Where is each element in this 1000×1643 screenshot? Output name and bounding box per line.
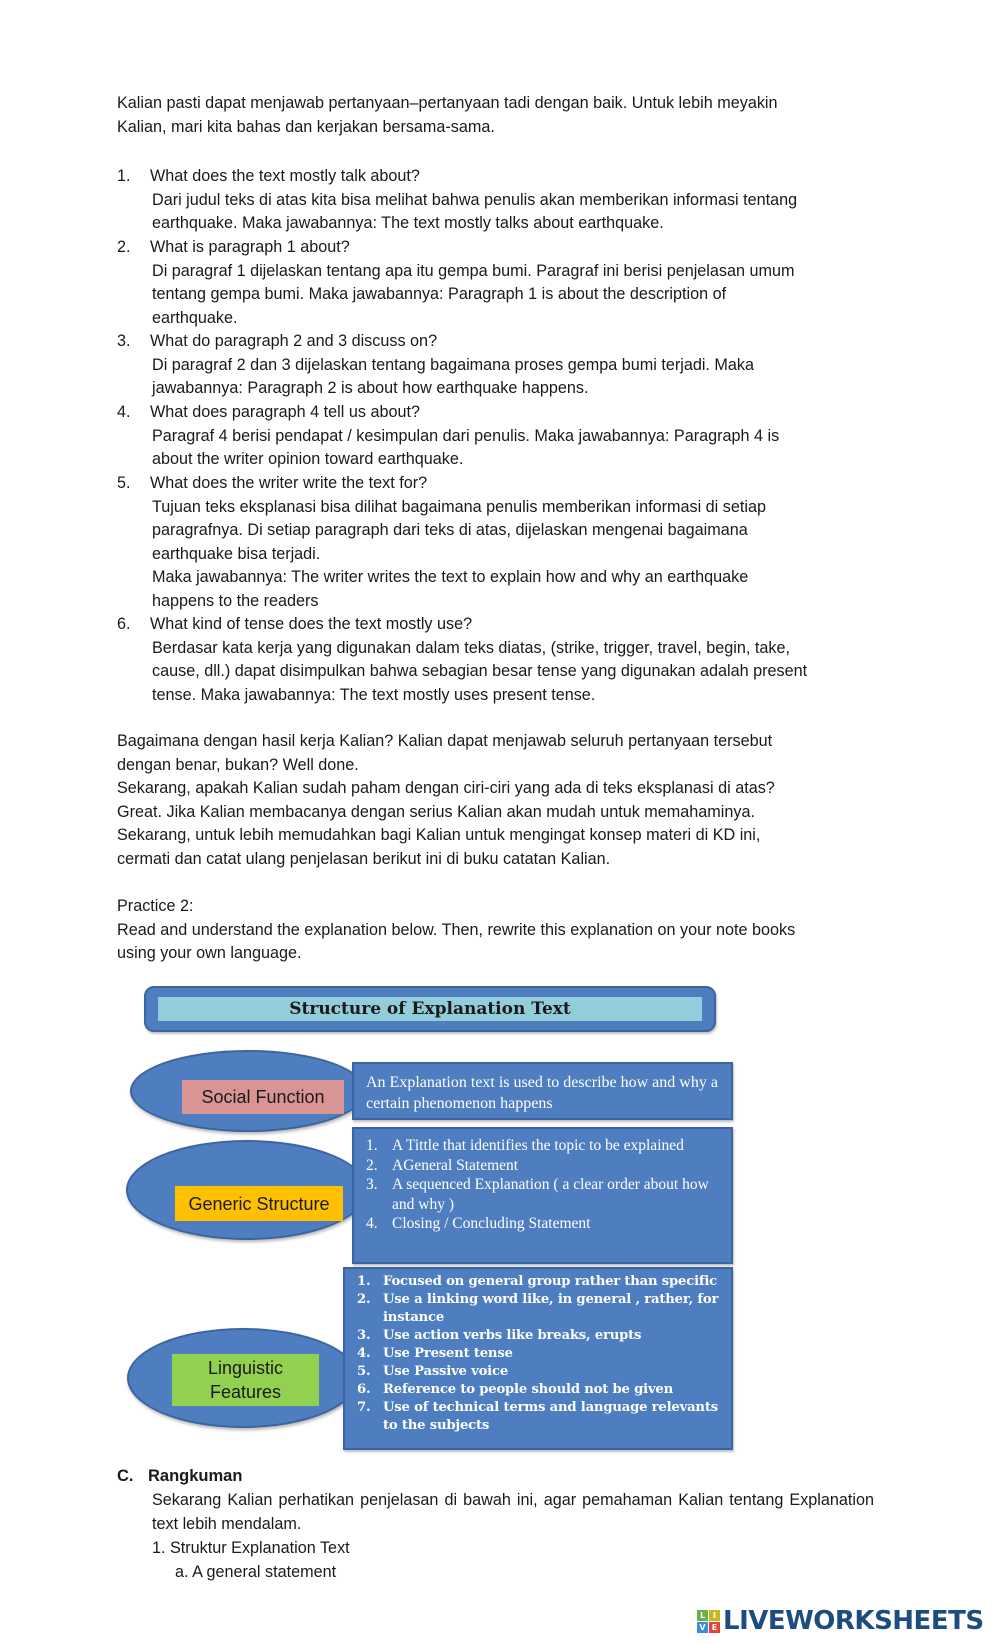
answer-line: tense. Maka jawabannya: The text mostly … <box>152 685 596 704</box>
question-number: 2. <box>117 238 131 256</box>
question-item: 1. What does the text mostly talk about?… <box>117 165 877 236</box>
closing-line: Sekarang, apakah Kalian sudah paham deng… <box>117 779 775 797</box>
closing-line: Bagaimana dengan hasil kerja Kalian? Kal… <box>117 732 773 750</box>
linguistic-feature-item: 2. Use a linking word like, in general , … <box>357 1292 719 1325</box>
question-item: 6. What kind of tense does the text most… <box>117 613 877 707</box>
closing-line: Sekarang, untuk lebih memudahkan bagi Ka… <box>117 826 761 844</box>
generic-structure-item: 2. AGeneral Statement <box>366 1156 519 1174</box>
question-number: 4. <box>117 403 131 421</box>
practice-instruction-line: Read and understand the explanation belo… <box>117 920 796 939</box>
logo-tile: L <box>697 1609 708 1621</box>
generic-structure-list: 1. A Tittle that identifies the topic to … <box>366 1136 723 1234</box>
linguistic-features-label: Linguistic Features <box>172 1354 319 1406</box>
liveworksheets-logo[interactable]: L I V E LIVEWORKSHEETS <box>697 1605 984 1637</box>
question-text: What does paragraph 4 tell us about? <box>150 403 420 421</box>
intro-paragraph: Kalian pasti dapat menjawab pertanyaan–p… <box>117 92 877 139</box>
answer-line: jawabannya: Paragraph 2 is about how ear… <box>152 379 589 397</box>
logo-wordmark: LIVEWORKSHEETS <box>723 1606 984 1636</box>
question-text: What does the writer write the text for? <box>150 474 428 492</box>
practice-instruction-line: using your own language. <box>117 944 302 962</box>
social-function-box: An Explanation text is used to describe … <box>352 1062 733 1120</box>
logo-tiles-icon: L I V E <box>697 1609 720 1633</box>
answer-line: earthquake bisa terjadi. <box>152 544 321 563</box>
logo-tile: E <box>709 1621 720 1633</box>
summary-letter: C. <box>117 1467 134 1485</box>
answer-line: happens to the readers <box>152 591 319 610</box>
summary-intro: Sekarang Kalian perhatikan penjelasan di… <box>152 1491 874 1533</box>
linguistic-features-list: 1. Focused on general group rather than s… <box>357 1273 723 1435</box>
answer-line: earthquake. Maka jawabannya: The text mo… <box>152 214 664 232</box>
linguistic-feature-item: 7. Use of technical terms and language re… <box>357 1400 718 1433</box>
summary-heading: C. Rangkuman <box>117 1465 242 1489</box>
summary-item: 1. Struktur Explanation Text <box>152 1539 350 1557</box>
closing-line: cermati dan catat ulang penjelasan berik… <box>117 849 611 868</box>
social-function-text: An Explanation text is used to describe … <box>366 1074 718 1112</box>
question-number: 1. <box>117 167 131 185</box>
question-number: 5. <box>117 474 131 492</box>
question-number: 6. <box>117 615 131 633</box>
answer-line: earthquake. <box>152 308 238 327</box>
question-text: What is paragraph 1 about? <box>150 238 350 256</box>
closing-line: dengan benar, bukan? Well done. <box>117 755 359 774</box>
logo-tile: V <box>697 1621 708 1633</box>
diagram-title-box: Structure of Explanation Text <box>144 986 716 1032</box>
social-function-label: Social Function <box>182 1080 344 1114</box>
diagram-title: Structure of Explanation Text <box>158 997 702 1021</box>
answer-line: Maka jawabannya: The writer writes the t… <box>152 568 749 586</box>
summary-title: Rangkuman <box>148 1467 243 1485</box>
answer-line: about the writer opinion toward earthqua… <box>152 450 464 468</box>
question-item: 2. What is paragraph 1 about? Di paragra… <box>117 236 877 330</box>
linguistic-features-label-line: Features <box>209 1382 282 1402</box>
generic-structure-label: Generic Structure <box>175 1186 343 1221</box>
answer-line: Di paragraf 2 dan 3 dijelaskan tentang b… <box>152 355 754 374</box>
answer-line: paragrafnya. Di setiap paragraph dari te… <box>152 521 748 539</box>
question-item: 3. What do paragraph 2 and 3 discuss on?… <box>117 330 877 401</box>
linguistic-feature-item: 6. Reference to people should not be give… <box>357 1382 674 1397</box>
answer-line: cause, dll.) dapat disimpulkan bahwa seb… <box>152 662 808 680</box>
answer-line: Paragraf 4 berisi pendapat / kesimpulan … <box>152 426 780 445</box>
intro-line: Kalian pasti dapat menjawab pertanyaan–p… <box>117 94 778 112</box>
generic-structure-item: 3. A sequenced Explanation ( a clear orde… <box>366 1176 709 1213</box>
question-text: What do paragraph 2 and 3 discuss on? <box>150 332 438 350</box>
generic-structure-box: 1. A Tittle that identifies the topic to … <box>352 1127 733 1264</box>
question-item: 4. What does paragraph 4 tell us about? … <box>117 401 877 472</box>
answer-line: Dari judul teks di atas kita bisa meliha… <box>152 190 798 209</box>
linguistic-feature-item: 1. Focused on general group rather than s… <box>357 1274 717 1289</box>
intro-line: Kalian, mari kita bahas dan kerjakan ber… <box>117 117 495 136</box>
answer-line: Berdasar kata kerja yang digunakan dalam… <box>152 638 790 657</box>
answer-line: Di paragraf 1 dijelaskan tentang apa itu… <box>152 261 795 280</box>
closing-line: Great. Jika Kalian membacanya dengan ser… <box>117 802 755 821</box>
logo-tile: I <box>709 1609 720 1621</box>
practice-title: Practice 2: <box>117 897 194 915</box>
question-number: 3. <box>117 332 131 350</box>
question-item: 5. What does the writer write the text f… <box>117 472 877 613</box>
closing-paragraph: Bagaimana dengan hasil kerja Kalian? Kal… <box>117 730 877 871</box>
linguistic-features-label-line: Linguistic <box>207 1358 284 1378</box>
linguistic-feature-item: 3. Use action verbs like breaks, erupts <box>357 1328 642 1343</box>
question-text: What does the text mostly talk about? <box>150 167 420 185</box>
question-text: What kind of tense does the text mostly … <box>150 615 473 633</box>
generic-structure-item: 1. A Tittle that identifies the topic to … <box>366 1137 684 1154</box>
answer-line: Tujuan teks eksplanasi bisa dilihat baga… <box>152 497 766 516</box>
linguistic-feature-item: 4. Use Present tense <box>357 1346 513 1361</box>
summary-subitem: a. A general statement <box>175 1563 337 1581</box>
linguistic-feature-item: 5. Use Passive voice <box>357 1364 509 1379</box>
practice-section: Practice 2: Read and understand the expl… <box>117 895 907 966</box>
answer-line: tentang gempa bumi. Maka jawabannya: Par… <box>152 285 727 303</box>
generic-structure-item: 4. Closing / Concluding Statement <box>366 1215 591 1232</box>
linguistic-features-box: 1. Focused on general group rather than s… <box>343 1267 733 1450</box>
